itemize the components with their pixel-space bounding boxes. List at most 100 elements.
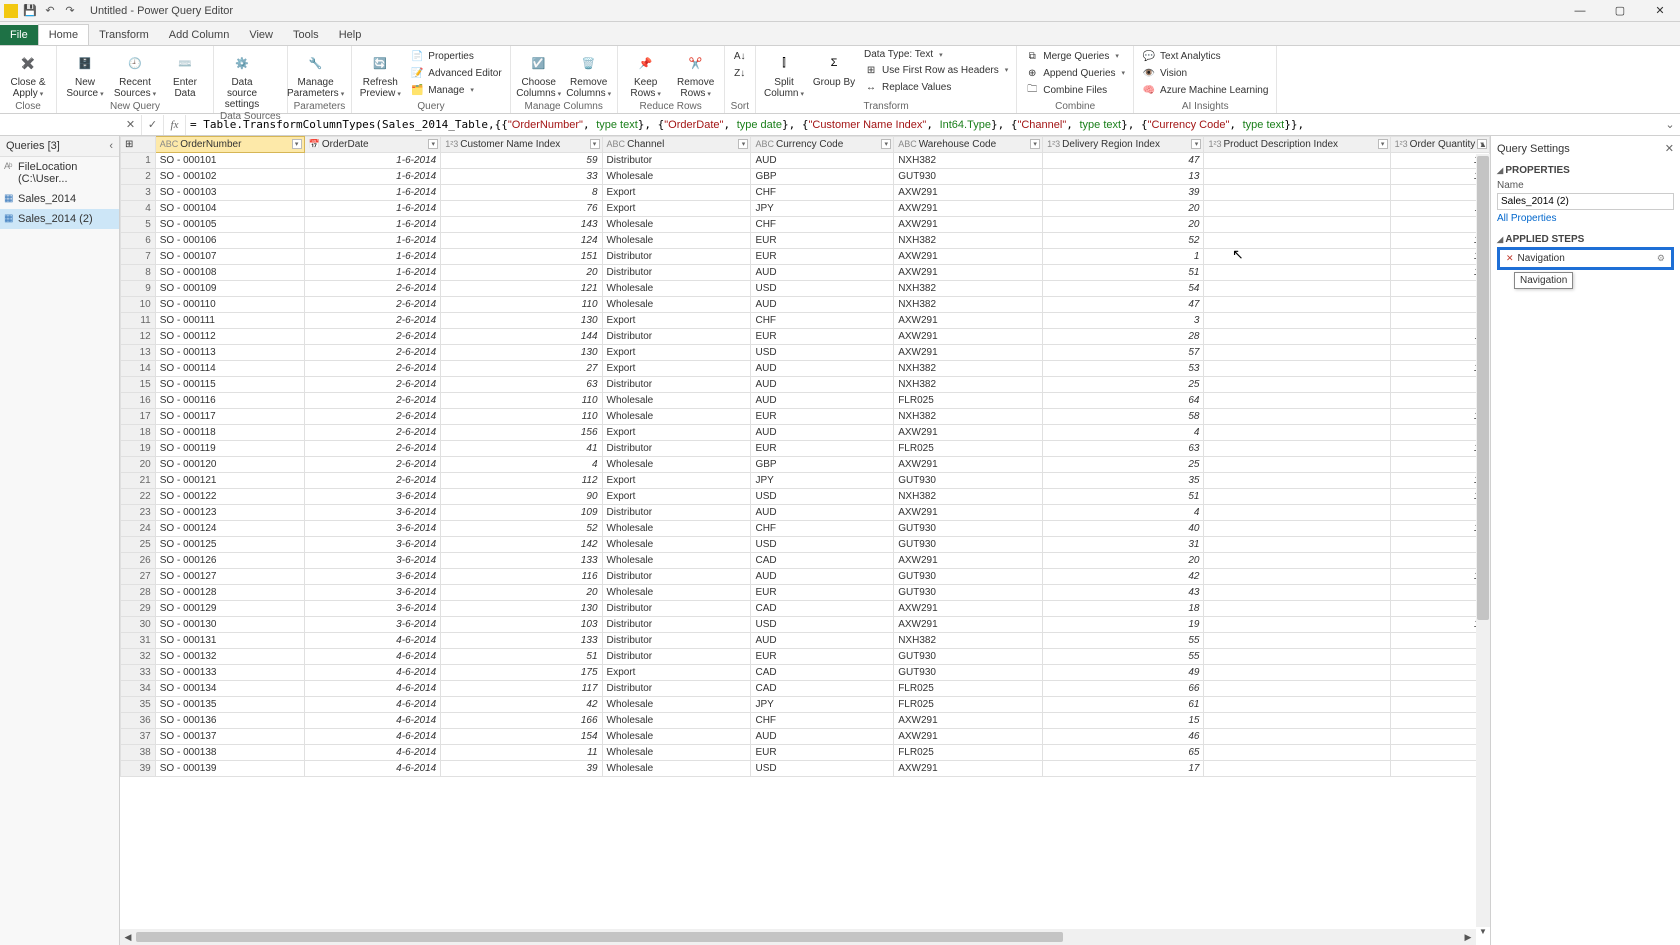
manage-button[interactable]: 🗂️Manage [408, 82, 503, 98]
cell[interactable]: 4-6-2014 [304, 665, 441, 681]
cell[interactable]: 15 [1043, 713, 1204, 729]
column-filter-icon[interactable]: ▾ [428, 139, 438, 149]
cell[interactable]: 15 [1390, 441, 1489, 457]
cell[interactable]: AUD [751, 569, 894, 585]
cell[interactable]: 65 [1043, 745, 1204, 761]
cell[interactable]: SO - 000116 [155, 393, 304, 409]
vision-button[interactable]: 👁️Vision [1140, 65, 1270, 81]
cell[interactable]: GUT930 [894, 537, 1043, 553]
cell[interactable] [1204, 521, 1390, 537]
cell[interactable]: 66 [1043, 681, 1204, 697]
query-name-input[interactable] [1497, 193, 1674, 210]
cell[interactable] [1204, 761, 1390, 777]
cell[interactable]: USD [751, 617, 894, 633]
cell[interactable]: 90 [441, 489, 602, 505]
cell[interactable]: 9 [1390, 393, 1489, 409]
cell[interactable]: 55 [1043, 649, 1204, 665]
cell[interactable]: AXW291 [894, 217, 1043, 233]
cell[interactable]: 4 [441, 457, 602, 473]
cell[interactable]: AXW291 [894, 617, 1043, 633]
cell[interactable]: 12 [1390, 361, 1489, 377]
cell[interactable]: 28 [1043, 329, 1204, 345]
cell[interactable]: NXH382 [894, 633, 1043, 649]
cell[interactable]: 3-6-2014 [304, 537, 441, 553]
scroll-left-icon[interactable]: ◀ [120, 932, 136, 943]
cell[interactable]: Distributor [602, 441, 751, 457]
cell[interactable]: 4 [1390, 553, 1489, 569]
cell[interactable]: 7 [1390, 761, 1489, 777]
step-navigation[interactable]: ✕ Navigation ⚙ Navigation [1497, 247, 1674, 270]
cell[interactable]: 51 [441, 649, 602, 665]
cell[interactable]: Distributor [602, 265, 751, 281]
cell[interactable]: USD [751, 281, 894, 297]
cell[interactable]: 76 [441, 201, 602, 217]
cell[interactable]: GUT930 [894, 169, 1043, 185]
row-number[interactable]: 13 [121, 345, 156, 361]
cell[interactable]: Wholesale [602, 553, 751, 569]
cell[interactable]: 51 [1043, 489, 1204, 505]
cell[interactable]: Export [602, 473, 751, 489]
cell[interactable]: 4-6-2014 [304, 761, 441, 777]
cell[interactable]: AXW291 [894, 713, 1043, 729]
cell[interactable]: AXW291 [894, 601, 1043, 617]
row-number[interactable]: 26 [121, 553, 156, 569]
delete-step-icon[interactable]: ✕ [1506, 253, 1514, 264]
cell[interactable]: 3-6-2014 [304, 505, 441, 521]
tab-help[interactable]: Help [329, 25, 372, 45]
cell[interactable]: SO - 000134 [155, 681, 304, 697]
scroll-up-icon[interactable]: ▲ [1476, 140, 1490, 154]
cell[interactable]: AXW291 [894, 249, 1043, 265]
cell[interactable]: Wholesale [602, 713, 751, 729]
row-number[interactable]: 16 [121, 393, 156, 409]
cell[interactable]: 25 [1043, 377, 1204, 393]
remove-rows-button[interactable]: ✂️Remove Rows [674, 48, 718, 100]
cell[interactable]: Wholesale [602, 761, 751, 777]
cell[interactable]: GUT930 [894, 665, 1043, 681]
cell[interactable]: SO - 000121 [155, 473, 304, 489]
cell[interactable] [1204, 745, 1390, 761]
cell[interactable]: SO - 000117 [155, 409, 304, 425]
cell[interactable]: 7 [1390, 217, 1489, 233]
column-filter-icon[interactable]: ▾ [738, 139, 748, 149]
cell[interactable] [1204, 489, 1390, 505]
cell[interactable]: NXH382 [894, 361, 1043, 377]
cell[interactable] [1204, 697, 1390, 713]
cell[interactable]: 117 [441, 681, 602, 697]
cell[interactable] [1204, 313, 1390, 329]
cell[interactable]: AXW291 [894, 329, 1043, 345]
cell[interactable]: AXW291 [894, 761, 1043, 777]
cell[interactable]: 39 [1043, 185, 1204, 201]
cell[interactable]: 110 [441, 409, 602, 425]
maximize-button[interactable]: ▢ [1600, 0, 1640, 22]
cell[interactable]: 42 [441, 697, 602, 713]
column-header[interactable]: ABCCurrency Code▾ [751, 137, 894, 153]
cell[interactable] [1204, 329, 1390, 345]
cell[interactable]: AXW291 [894, 729, 1043, 745]
remove-columns-button[interactable]: 🗑️Remove Columns [567, 48, 611, 100]
cell[interactable] [1204, 713, 1390, 729]
cell[interactable]: SO - 000128 [155, 585, 304, 601]
cell[interactable]: SO - 000139 [155, 761, 304, 777]
append-queries-button[interactable]: ⊕Append Queries [1023, 65, 1127, 81]
cell[interactable]: Distributor [602, 329, 751, 345]
cell[interactable]: EUR [751, 329, 894, 345]
cell[interactable]: 10 [1390, 489, 1489, 505]
cell[interactable]: SO - 000122 [155, 489, 304, 505]
cell[interactable]: Distributor [602, 249, 751, 265]
cell[interactable]: CHF [751, 313, 894, 329]
cell[interactable]: EUR [751, 249, 894, 265]
cell[interactable]: SO - 000112 [155, 329, 304, 345]
cell[interactable]: AUD [751, 297, 894, 313]
row-number[interactable]: 15 [121, 377, 156, 393]
cell[interactable]: CAD [751, 681, 894, 697]
cell[interactable]: 1-6-2014 [304, 249, 441, 265]
cell[interactable]: Wholesale [602, 217, 751, 233]
formula-cancel-button[interactable]: ✕ [120, 115, 142, 135]
cell[interactable]: SO - 000120 [155, 457, 304, 473]
sort-desc-button[interactable]: Z↓ [731, 65, 749, 81]
cell[interactable]: AXW291 [894, 425, 1043, 441]
cell[interactable]: AXW291 [894, 345, 1043, 361]
cell[interactable]: 6 [1390, 313, 1489, 329]
merge-queries-button[interactable]: ⧉Merge Queries [1023, 48, 1127, 64]
cell[interactable]: JPY [751, 697, 894, 713]
